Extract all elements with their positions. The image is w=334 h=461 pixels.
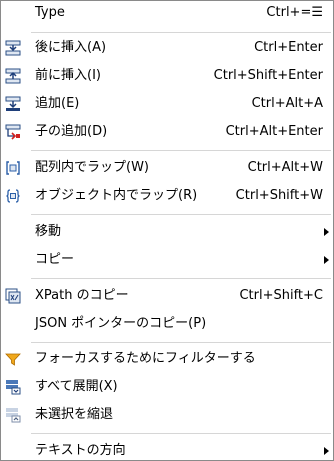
menu-item-label: 前に挿入(I) bbox=[35, 68, 101, 83]
menu-separator bbox=[31, 150, 331, 151]
menu-item-shortcut: Ctrl+Enter bbox=[254, 40, 323, 55]
menu-item-label: すべて展開(X) bbox=[35, 379, 118, 394]
menu-item-shortcut: Ctrl+Alt+A bbox=[251, 96, 323, 111]
menu-item-collapse-unselected[interactable]: 未選択を縮退 bbox=[1, 403, 333, 427]
append-icon bbox=[5, 96, 21, 112]
submenu-arrow-icon bbox=[324, 228, 329, 236]
menu-item-copy-xpath[interactable]: XPath のコピー Ctrl+Shift+C bbox=[1, 284, 333, 308]
menu-item-copy[interactable]: コピー bbox=[1, 248, 333, 272]
submenu-arrow-icon bbox=[324, 256, 329, 264]
menu-item-expand-all[interactable]: すべて展開(X) bbox=[1, 375, 333, 399]
menu-separator bbox=[31, 433, 331, 434]
menu-item-label: テキストの方向 bbox=[35, 443, 126, 458]
menu-item-label: 未選択を縮退 bbox=[35, 407, 114, 422]
menu-item-label: 子の追加(D) bbox=[35, 124, 108, 139]
wrap-in-object-icon bbox=[5, 188, 21, 204]
xpath-copy-icon bbox=[5, 288, 21, 304]
menu-item-text-direction[interactable]: テキストの方向 bbox=[1, 439, 333, 460]
menu-item-label: 移動 bbox=[35, 224, 62, 239]
menu-item-filter-to-focus[interactable]: フォーカスするためにフィルターする bbox=[1, 347, 333, 371]
menu-item-type[interactable]: Type Ctrl+=☰ bbox=[1, 1, 333, 25]
menu-item-shortcut: Ctrl+=☰ bbox=[266, 5, 323, 20]
menu-item-add-child[interactable]: 子の追加(D) Ctrl+Alt+Enter bbox=[1, 120, 333, 144]
insert-before-icon bbox=[5, 68, 21, 84]
menu-separator bbox=[31, 278, 331, 279]
submenu-arrow-icon bbox=[324, 447, 329, 455]
menu-item-append[interactable]: 追加(E) Ctrl+Alt+A bbox=[1, 92, 333, 116]
menu-item-wrap-in-object[interactable]: オブジェクト内でラップ(R) Ctrl+Shift+W bbox=[1, 184, 333, 208]
menu-separator bbox=[31, 214, 331, 215]
menu-item-shortcut: Ctrl+Alt+W bbox=[247, 160, 323, 175]
insert-after-icon bbox=[5, 40, 21, 56]
filter-funnel-icon bbox=[5, 351, 21, 367]
context-menu: Type Ctrl+=☰ 後に挿入(A) Ctrl+Enter 前に挿入(I) … bbox=[0, 0, 334, 461]
collapse-unselected-icon bbox=[5, 407, 21, 423]
menu-separator bbox=[31, 342, 331, 343]
menu-item-copy-json-pointer[interactable]: JSON ポインターのコピー(P) bbox=[1, 312, 333, 336]
menu-item-label: XPath のコピー bbox=[35, 288, 129, 303]
menu-item-label: オブジェクト内でラップ(R) bbox=[35, 188, 198, 203]
menu-item-label: 配列内でラップ(W) bbox=[35, 160, 149, 175]
menu-item-wrap-in-array[interactable]: 配列内でラップ(W) Ctrl+Alt+W bbox=[1, 156, 333, 180]
menu-item-move[interactable]: 移動 bbox=[1, 220, 333, 244]
menu-item-insert-after[interactable]: 後に挿入(A) Ctrl+Enter bbox=[1, 36, 333, 60]
expand-all-icon bbox=[5, 379, 21, 395]
menu-item-label: 後に挿入(A) bbox=[35, 40, 107, 55]
menu-item-shortcut: Ctrl+Shift+C bbox=[239, 288, 323, 303]
menu-item-label: Type bbox=[35, 5, 65, 20]
menu-item-shortcut: Ctrl+Alt+Enter bbox=[225, 124, 323, 139]
menu-separator bbox=[31, 32, 331, 33]
menu-item-label: コピー bbox=[35, 252, 75, 267]
menu-item-shortcut: Ctrl+Shift+W bbox=[235, 188, 323, 203]
menu-item-shortcut: Ctrl+Shift+Enter bbox=[213, 68, 323, 83]
add-child-icon bbox=[5, 124, 21, 140]
wrap-in-array-icon bbox=[5, 160, 21, 176]
menu-item-insert-before[interactable]: 前に挿入(I) Ctrl+Shift+Enter bbox=[1, 64, 333, 88]
menu-item-label: 追加(E) bbox=[35, 96, 80, 111]
menu-item-label: フォーカスするためにフィルターする bbox=[35, 351, 256, 366]
menu-item-label: JSON ポインターのコピー(P) bbox=[35, 316, 207, 331]
